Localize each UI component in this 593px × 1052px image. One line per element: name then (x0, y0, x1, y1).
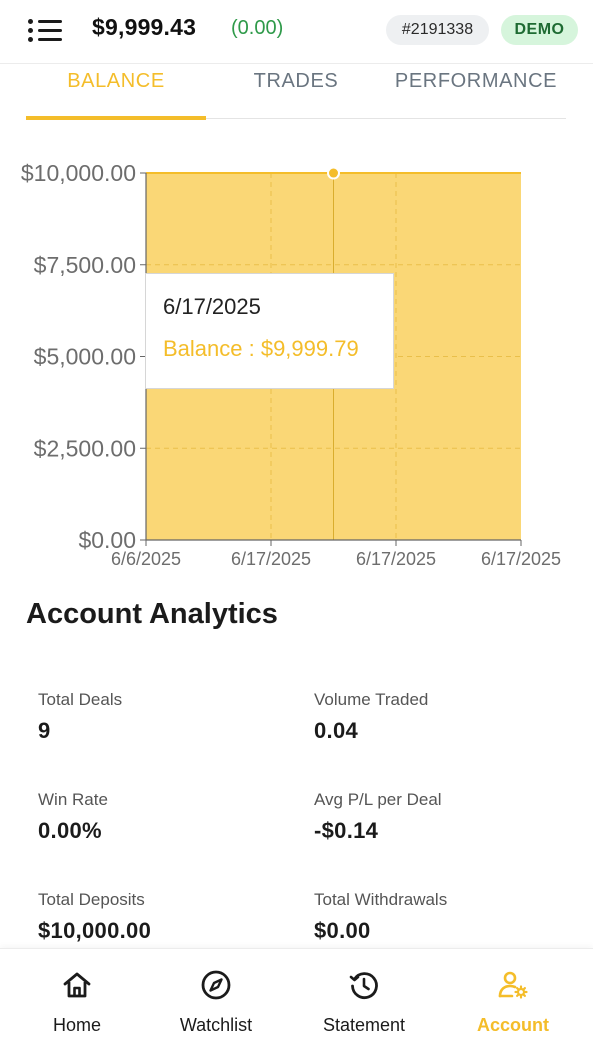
stat-avg-pl: Avg P/L per Deal -$0.14 (314, 790, 574, 844)
stat-volume-traded: Volume Traded 0.04 (314, 690, 574, 744)
nav-label: Account (477, 1015, 549, 1035)
nav-label: Home (52, 1015, 101, 1035)
menu-button[interactable] (28, 16, 64, 44)
analytics-title: Account Analytics (26, 598, 278, 630)
nav-label: Watchlist (179, 1015, 253, 1035)
stat-value: -$0.14 (314, 818, 379, 843)
stat-value: 0.00% (38, 818, 102, 843)
tooltip-balance: Balance : $9,999.79 (163, 336, 359, 361)
compass-icon (201, 970, 231, 1000)
bottom-navigation: Home Watchlist Statement Account (0, 948, 593, 1052)
tooltip-date: 6/17/2025 (163, 294, 261, 319)
nav-statement[interactable]: Statement (290, 949, 438, 1052)
y-tick-label: $7,500.00 (34, 252, 136, 278)
balance-change: (0.00) (231, 17, 284, 39)
stat-win-rate: Win Rate 0.00% (38, 790, 298, 844)
y-tick-label: $2,500.00 (34, 435, 136, 461)
menu-icon-bar (38, 38, 62, 41)
chart-tooltip: 6/17/2025 Balance : $9,999.79 (145, 273, 394, 389)
stat-value: 0.04 (314, 718, 359, 743)
y-tick-label: $10,000.00 (21, 160, 136, 186)
y-tick-label: $5,000.00 (34, 344, 136, 370)
app-root: $9,999.43 (0.00) #2191338 DEMO BALANCE T… (0, 0, 593, 1052)
tab-performance[interactable]: PERFORMANCE (386, 64, 566, 119)
stat-total-withdrawals: Total Withdrawals $0.00 (314, 890, 574, 944)
menu-icon-bar (38, 29, 62, 32)
stat-value: $10,000.00 (38, 918, 152, 943)
tab-trades[interactable]: TRADES (206, 64, 386, 119)
stat-value: $0.00 (314, 918, 371, 943)
history-icon (349, 972, 378, 999)
balance-chart[interactable]: $0.00 $2,500.00 $5,000.00 $7,500.00 $10,000.… (0, 140, 593, 580)
nav-watchlist[interactable]: Watchlist (142, 949, 290, 1052)
account-balance: $9,999.43 (92, 14, 197, 40)
account-id-badge[interactable]: #2191338 (386, 15, 489, 45)
nav-label: Statement (322, 1015, 406, 1035)
nav-home[interactable]: Home (3, 949, 151, 1052)
account-tabs: BALANCE TRADES PERFORMANCE (26, 64, 566, 120)
stat-label: Total Deals (38, 690, 123, 709)
stat-total-deals: Total Deals 9 (38, 690, 298, 744)
nav-account[interactable]: Account (439, 949, 587, 1052)
stat-label: Avg P/L per Deal (314, 790, 442, 809)
menu-icon-bar (38, 20, 62, 23)
x-tick-label: 6/6/2025 (111, 549, 181, 569)
x-tick-label: 6/17/2025 (356, 549, 436, 569)
stat-label: Win Rate (38, 790, 108, 809)
stat-value: 9 (38, 718, 51, 743)
stat-label: Volume Traded (314, 690, 429, 709)
home-icon (63, 972, 91, 998)
stat-label: Total Withdrawals (314, 890, 448, 909)
top-bar: $9,999.43 (0.00) #2191338 DEMO (0, 0, 593, 64)
tab-balance[interactable]: BALANCE (26, 64, 206, 120)
stat-label: Total Deposits (38, 890, 145, 909)
menu-icon-dot (28, 28, 33, 33)
stat-total-deposits: Total Deposits $10,000.00 (38, 890, 298, 944)
demo-mode-badge[interactable]: DEMO (501, 15, 578, 45)
hover-data-point (327, 166, 340, 180)
menu-icon-dot (28, 37, 33, 42)
account-settings-icon (498, 971, 528, 999)
x-tick-label: 6/17/2025 (481, 549, 561, 569)
menu-icon (28, 19, 33, 24)
x-tick-label: 6/17/2025 (231, 549, 311, 569)
